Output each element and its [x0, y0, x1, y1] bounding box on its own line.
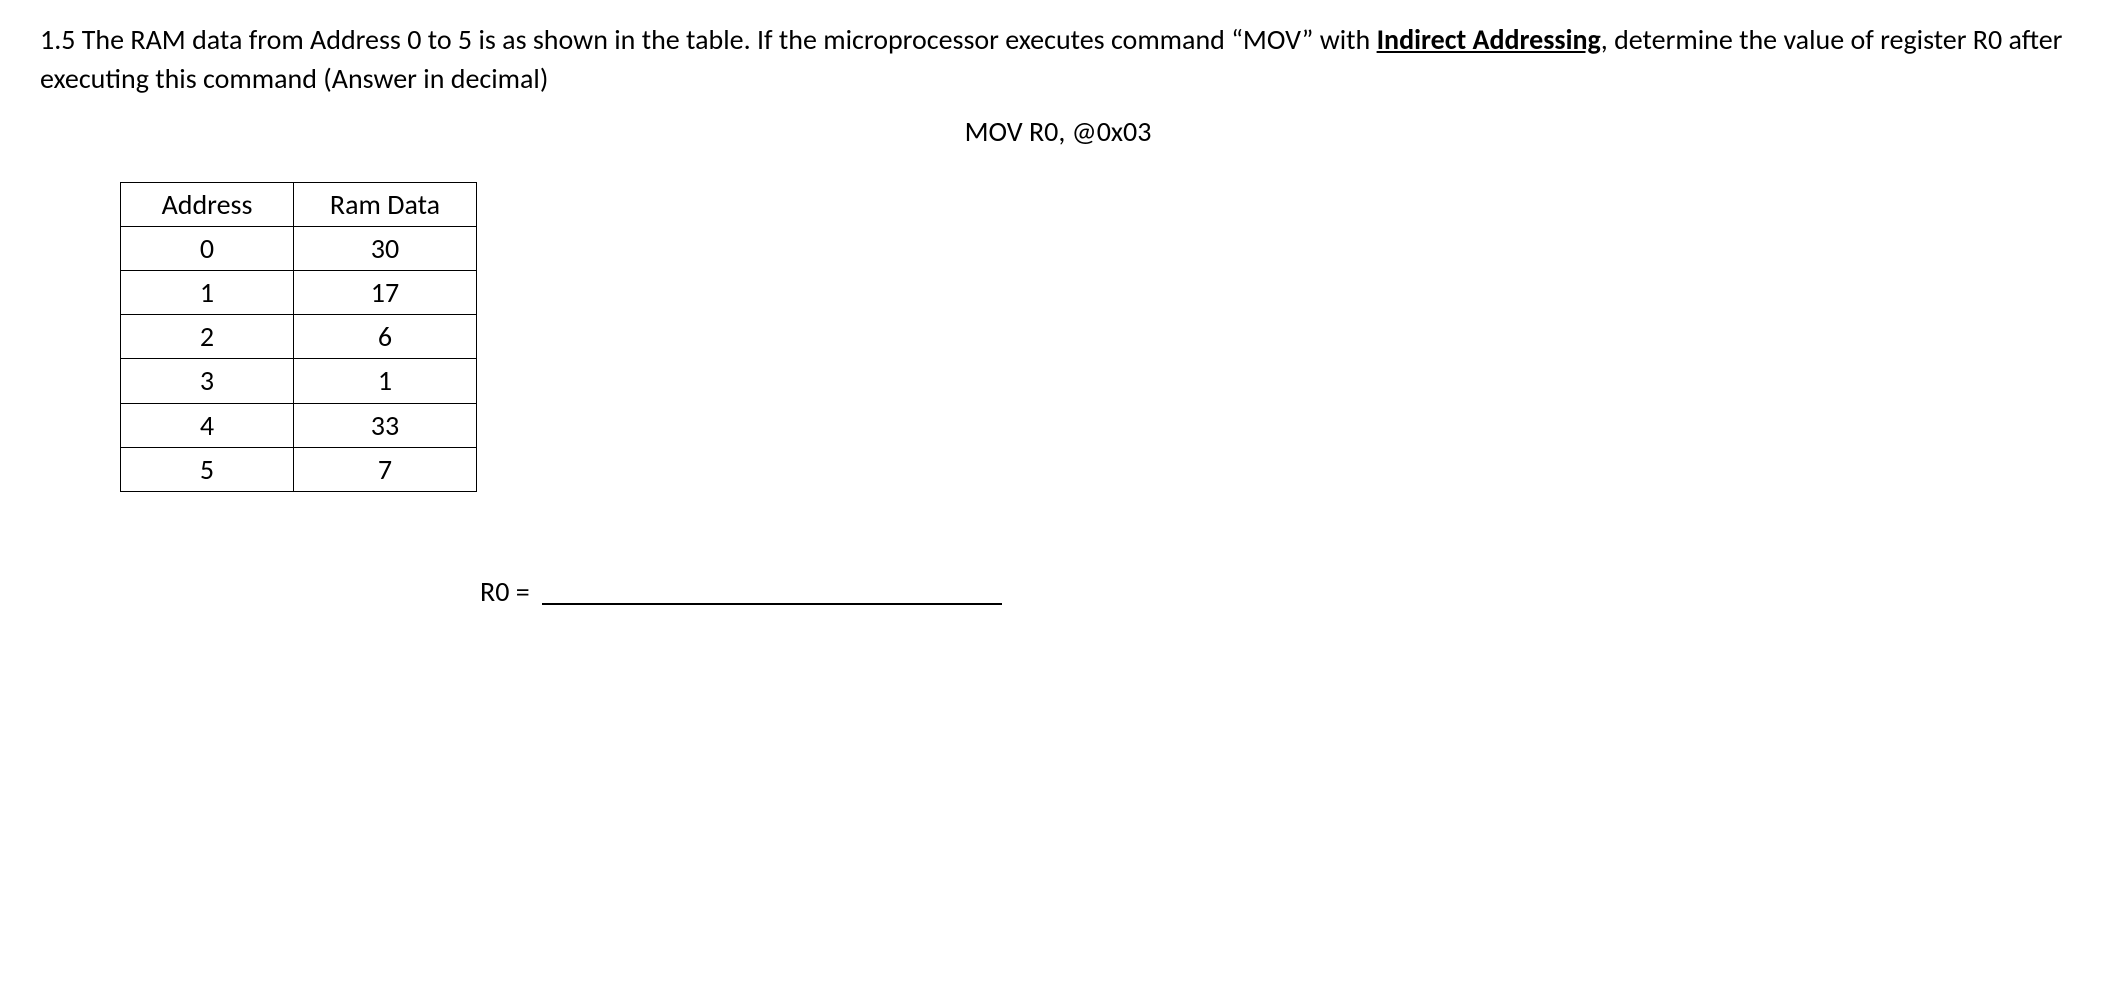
table-row: 3 1 — [121, 359, 477, 403]
cell-data: 6 — [294, 315, 477, 359]
table-row: 4 33 — [121, 403, 477, 447]
cell-address: 3 — [121, 359, 294, 403]
header-data: Ram Data — [294, 182, 477, 226]
table-row: 5 7 — [121, 447, 477, 491]
answer-line: R0 = — [480, 572, 2076, 611]
cell-data: 1 — [294, 359, 477, 403]
assembly-instruction: MOV R0, @0x03 — [965, 114, 1152, 149]
table-row: 2 6 — [121, 315, 477, 359]
answer-blank[interactable] — [542, 603, 1002, 605]
table-header-row: Address Ram Data — [121, 182, 477, 226]
cell-address: 2 — [121, 315, 294, 359]
cell-data: 30 — [294, 226, 477, 270]
answer-label: R0 = — [480, 574, 530, 609]
cell-address: 5 — [121, 447, 294, 491]
cell-address: 1 — [121, 270, 294, 314]
cell-data: 7 — [294, 447, 477, 491]
table-row: 1 17 — [121, 270, 477, 314]
ram-table: Address Ram Data 0 30 1 17 2 6 3 1 4 — [120, 182, 477, 492]
cell-data: 17 — [294, 270, 477, 314]
cell-data: 33 — [294, 403, 477, 447]
instruction-line: MOV R0, @0x03 — [40, 112, 2076, 151]
cell-address: 4 — [121, 403, 294, 447]
cell-address: 0 — [121, 226, 294, 270]
question-part1: 1.5 The RAM data from Address 0 to 5 is … — [40, 22, 1377, 57]
question-text: 1.5 The RAM data from Address 0 to 5 is … — [40, 20, 2076, 98]
ram-table-wrapper: Address Ram Data 0 30 1 17 2 6 3 1 4 — [120, 182, 2076, 492]
header-address: Address — [121, 182, 294, 226]
question-underlined: Indirect Addressing — [1377, 22, 1601, 57]
table-row: 0 30 — [121, 226, 477, 270]
